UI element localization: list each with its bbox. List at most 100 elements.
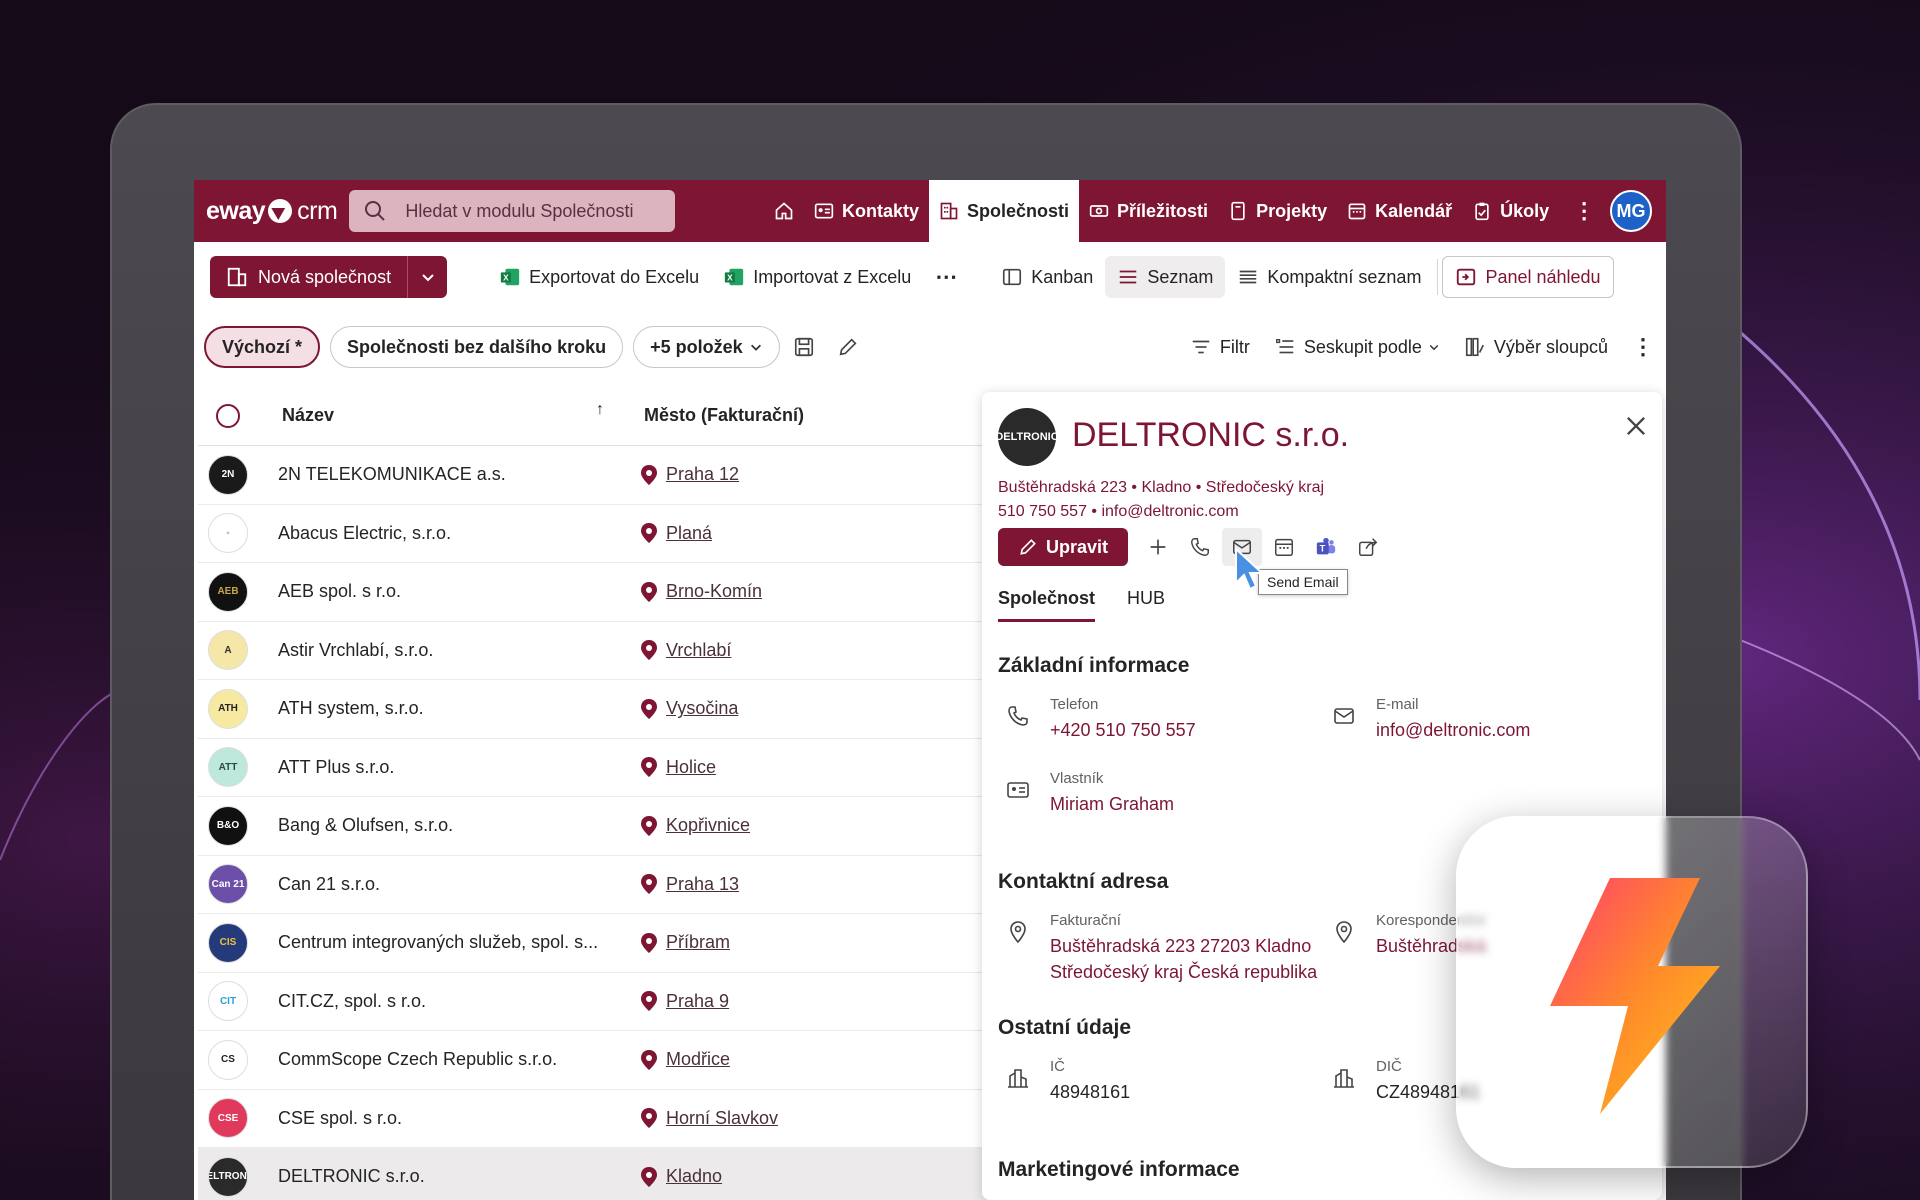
filter-button[interactable]: Filtr: [1178, 326, 1262, 368]
company-name-cell[interactable]: CommScope Czech Republic s.r.o.: [278, 1049, 618, 1070]
view-compact-list-button[interactable]: Kompaktní seznam: [1225, 256, 1433, 298]
table-row[interactable]: CIT CIT.CZ, spol. s r.o. Praha 9: [198, 973, 998, 1031]
city-cell[interactable]: Brno-Komín: [640, 581, 762, 602]
city-link[interactable]: Praha 12: [666, 464, 739, 485]
column-header-name[interactable]: Název ↑: [282, 401, 604, 426]
city-link[interactable]: Horní Slavkov: [666, 1108, 778, 1129]
select-all-checkbox[interactable]: [216, 403, 240, 428]
company-name-cell[interactable]: ATT Plus s.r.o.: [278, 757, 618, 778]
add-button[interactable]: [1138, 528, 1178, 566]
nav-companies[interactable]: Společnosti: [929, 180, 1080, 242]
city-cell[interactable]: Příbram: [640, 932, 730, 953]
table-row[interactable]: DELTRONIC DELTRONIC s.r.o. Kladno: [198, 1148, 998, 1200]
city-cell[interactable]: Praha 12: [640, 464, 739, 485]
teams-button[interactable]: T: [1306, 528, 1346, 566]
city-link[interactable]: Planá: [666, 523, 712, 544]
nav-contacts[interactable]: Kontakty: [804, 180, 929, 242]
share-button[interactable]: [1348, 528, 1388, 566]
city-link[interactable]: Praha 9: [666, 991, 729, 1012]
schedule-button[interactable]: [1264, 528, 1304, 566]
company-name-cell[interactable]: Bang & Olufsen, s.r.o.: [278, 815, 618, 836]
edit-button[interactable]: Upravit: [998, 528, 1129, 566]
table-row[interactable]: CSE CSE spol. s r.o. Horní Slavkov: [198, 1090, 998, 1148]
table-row[interactable]: AEB AEB spol. s r.o. Brno-Komín: [198, 563, 998, 622]
table-row[interactable]: CS CommScope Czech Republic s.r.o. Modřice: [198, 1031, 998, 1090]
company-name-cell[interactable]: Can 21 s.r.o.: [278, 874, 618, 895]
city-cell[interactable]: Kopřivnice: [640, 815, 750, 836]
close-icon[interactable]: [1622, 412, 1650, 440]
city-link[interactable]: Kladno: [666, 1166, 722, 1187]
phone-value[interactable]: +420 510 750 557: [1050, 717, 1196, 743]
eway-crm-logo[interactable]: eway crm: [206, 197, 338, 226]
city-link[interactable]: Praha 13: [666, 874, 739, 895]
company-name-cell[interactable]: CSE spol. s r.o.: [278, 1108, 618, 1129]
city-link[interactable]: Modřice: [666, 1049, 730, 1070]
city-cell[interactable]: Horní Slavkov: [640, 1108, 778, 1129]
table-row[interactable]: 2N 2N TELEKOMUNIKACE a.s. Praha 12: [198, 446, 998, 505]
city-cell[interactable]: Modřice: [640, 1049, 730, 1070]
company-name-cell[interactable]: Centrum integrovaných služeb, spol. s...: [278, 932, 618, 953]
email-value[interactable]: info@deltronic.com: [1376, 717, 1530, 743]
company-contact-line[interactable]: 510 750 557 • info@deltronic.com: [998, 500, 1324, 524]
more-commands-button[interactable]: ⋯: [923, 256, 969, 298]
filter-no-next-step-pill[interactable]: Společnosti bez dalšího kroku: [330, 326, 624, 368]
nav-projects[interactable]: Projekty: [1218, 180, 1337, 242]
import-excel-button[interactable]: X Importovat z Excelu: [711, 256, 923, 298]
preview-panel-button[interactable]: Panel náhledu: [1442, 256, 1614, 298]
city-cell[interactable]: Planá: [640, 523, 712, 544]
tab-company[interactable]: Společnost: [998, 588, 1096, 622]
table-row[interactable]: B&O Bang & Olufsen, s.r.o. Kopřivnice: [198, 797, 998, 856]
nav-calendar[interactable]: Kalendář: [1337, 180, 1462, 242]
owner-value[interactable]: Miriam Graham: [1050, 791, 1174, 817]
table-row[interactable]: Can 21 Can 21 s.r.o. Praha 13: [198, 856, 998, 914]
nav-opportunities[interactable]: Příležitosti: [1079, 180, 1218, 242]
search-input[interactable]: [405, 200, 656, 222]
company-name-cell[interactable]: AEB spol. s r.o.: [278, 581, 618, 602]
company-name-cell[interactable]: 2N TELEKOMUNIKACE a.s.: [278, 464, 618, 485]
table-row[interactable]: ATT ATT Plus s.r.o. Holice: [198, 739, 998, 797]
module-search-box[interactable]: [349, 190, 676, 232]
new-company-button[interactable]: Nová společnost: [210, 256, 408, 298]
company-name-cell[interactable]: CIT.CZ, spol. s r.o.: [278, 991, 618, 1012]
group-by-button[interactable]: Seskupit podle: [1262, 326, 1452, 368]
filter-default-pill[interactable]: Výchozí *: [204, 326, 321, 368]
save-view-button[interactable]: [784, 327, 824, 367]
billing-line-1[interactable]: Buštěhradská 223 27203 Kladno: [1050, 933, 1317, 959]
city-link[interactable]: Kopřivnice: [666, 815, 750, 836]
nav-home[interactable]: [764, 180, 804, 242]
export-excel-button[interactable]: X Exportovat do Excelu: [487, 256, 711, 298]
edit-view-button[interactable]: [828, 327, 868, 367]
billing-line-2[interactable]: Středočeský kraj Česká republika: [1050, 959, 1317, 985]
view-list-button[interactable]: Seznam: [1105, 256, 1226, 298]
new-company-dropdown[interactable]: [407, 256, 448, 298]
column-header-city[interactable]: Město (Fakturační): [644, 405, 804, 426]
company-name-cell[interactable]: DELTRONIC s.r.o.: [278, 1166, 618, 1187]
table-row[interactable]: ATH ATH system, s.r.o. Vysočina: [198, 680, 998, 739]
city-link[interactable]: Vrchlabí: [666, 640, 731, 661]
ic-value[interactable]: 48948161: [1050, 1079, 1130, 1105]
filter-more-options-button[interactable]: ⋮: [1620, 326, 1666, 368]
city-cell[interactable]: Kladno: [640, 1166, 722, 1187]
filter-more-pill[interactable]: +5 položek: [633, 326, 780, 368]
company-name-cell[interactable]: Abacus Electric, s.r.o.: [278, 523, 618, 544]
company-name-cell[interactable]: ATH system, s.r.o.: [278, 698, 618, 719]
column-chooser-button[interactable]: Výběr sloupců: [1452, 326, 1620, 368]
view-kanban-button[interactable]: Kanban: [989, 256, 1105, 298]
call-button[interactable]: [1180, 528, 1220, 566]
city-link[interactable]: Vysočina: [666, 698, 738, 719]
tab-hub[interactable]: HUB: [1127, 588, 1165, 622]
nav-more-button[interactable]: ⋮: [1559, 180, 1609, 242]
city-cell[interactable]: Vrchlabí: [640, 640, 731, 661]
city-cell[interactable]: Praha 13: [640, 874, 739, 895]
table-row[interactable]: CIS Centrum integrovaných služeb, spol. s…: [198, 914, 998, 973]
company-address-line[interactable]: Buštěhradská 223 • Kladno • Středočeský …: [998, 476, 1324, 500]
city-cell[interactable]: Holice: [640, 757, 716, 778]
city-link[interactable]: Brno-Komín: [666, 581, 762, 602]
city-link[interactable]: Holice: [666, 757, 716, 778]
nav-tasks[interactable]: Úkoly: [1462, 180, 1559, 242]
city-cell[interactable]: Praha 9: [640, 991, 729, 1012]
table-row[interactable]: A Astir Vrchlabí, s.r.o. Vrchlabí: [198, 622, 998, 680]
table-row[interactable]: ◦ Abacus Electric, s.r.o. Planá: [198, 505, 998, 563]
company-name-cell[interactable]: Astir Vrchlabí, s.r.o.: [278, 640, 618, 661]
city-cell[interactable]: Vysočina: [640, 698, 738, 719]
